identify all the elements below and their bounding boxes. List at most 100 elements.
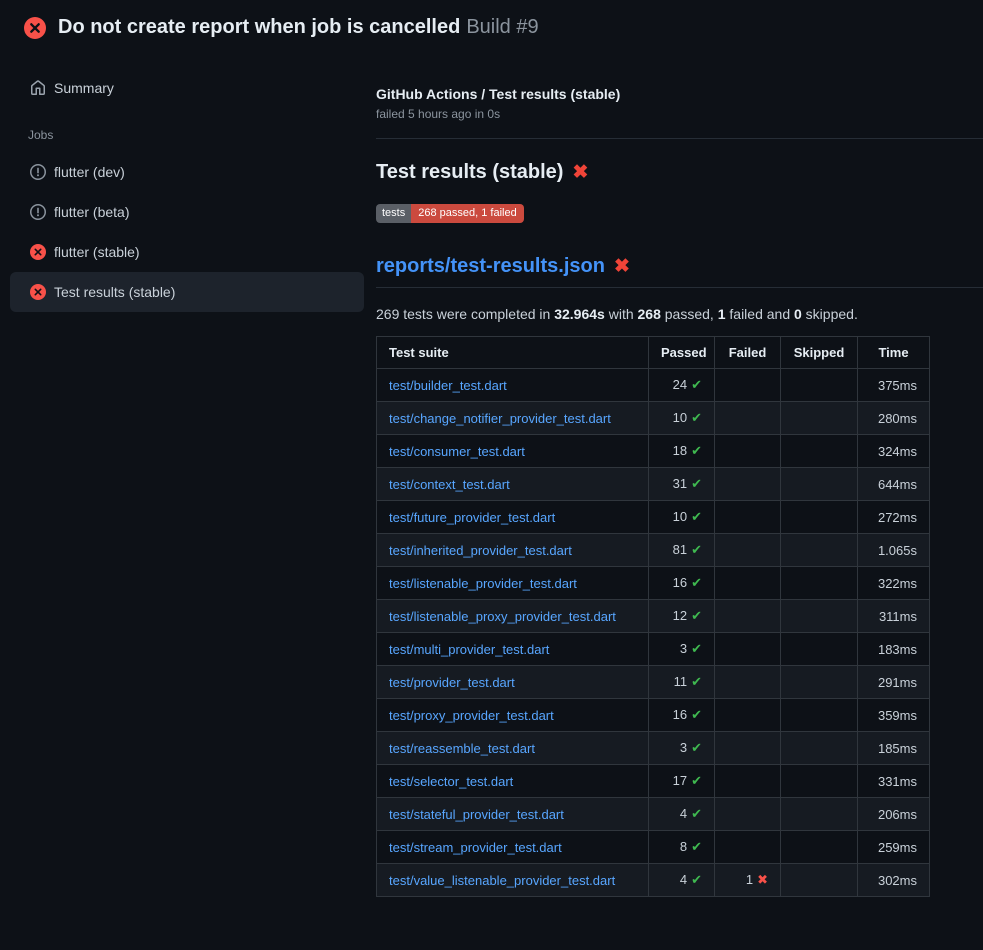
- check-icon: ✔: [691, 641, 702, 656]
- passed-cell: 18✔: [649, 435, 715, 468]
- passed-cell: 31✔: [649, 468, 715, 501]
- suite-cell: test/listenable_proxy_provider_test.dart: [377, 600, 649, 633]
- table-row: test/selector_test.dart17✔331ms: [377, 765, 930, 798]
- check-icon: ✔: [691, 575, 702, 590]
- passed-cell: 3✔: [649, 633, 715, 666]
- test-suite-link[interactable]: test/future_provider_test.dart: [389, 510, 555, 525]
- passed-cell: 3✔: [649, 732, 715, 765]
- sidebar-item-label: Test results (stable): [54, 284, 175, 300]
- table-row: test/stateful_provider_test.dart4✔206ms: [377, 798, 930, 831]
- time-cell: 272ms: [858, 501, 930, 534]
- check-icon: ✔: [691, 542, 702, 557]
- count-value: 11: [674, 674, 688, 689]
- suite-cell: test/proxy_provider_test.dart: [377, 699, 649, 732]
- count-value: 18: [673, 443, 687, 458]
- failed-x-icon: ✖: [614, 257, 630, 276]
- table-row: test/future_provider_test.dart10✔272ms: [377, 501, 930, 534]
- test-suite-link[interactable]: test/reassemble_test.dart: [389, 741, 535, 756]
- test-suite-link[interactable]: test/selector_test.dart: [389, 774, 513, 789]
- results-table-body: test/builder_test.dart24✔375mstest/chang…: [377, 369, 930, 897]
- test-suite-link[interactable]: test/builder_test.dart: [389, 378, 507, 393]
- test-suite-link[interactable]: test/context_test.dart: [389, 477, 510, 492]
- x-circle-icon: [24, 17, 46, 39]
- test-suite-link[interactable]: test/value_listenable_provider_test.dart: [389, 873, 615, 888]
- report-title-link[interactable]: reports/test-results.json ✖: [376, 255, 983, 288]
- suite-cell: test/stream_provider_test.dart: [377, 831, 649, 864]
- suite-cell: test/reassemble_test.dart: [377, 732, 649, 765]
- time-cell: 644ms: [858, 468, 930, 501]
- breadcrumb: GitHub Actions / Test results (stable): [376, 86, 983, 102]
- check-icon: ✔: [691, 509, 702, 524]
- section-title-text: Test results (stable): [376, 161, 563, 184]
- test-suite-link[interactable]: test/listenable_provider_test.dart: [389, 576, 577, 591]
- summary-failed-count: 1: [718, 306, 726, 322]
- failed-x-icon: ✖: [572, 163, 588, 182]
- summary-text: skipped.: [802, 306, 858, 322]
- time-cell: 322ms: [858, 567, 930, 600]
- test-suite-link[interactable]: test/inherited_provider_test.dart: [389, 543, 572, 558]
- check-icon: ✔: [691, 476, 702, 491]
- results-table: Test suitePassedFailedSkippedTime test/b…: [376, 336, 930, 897]
- main-content: GitHub Actions / Test results (stable) f…: [376, 49, 983, 897]
- test-suite-link[interactable]: test/listenable_proxy_provider_test.dart: [389, 609, 616, 624]
- skipped-cell: [781, 468, 858, 501]
- layout: Summary Jobs flutter (dev)flutter (beta)…: [0, 49, 983, 897]
- check-icon: ✔: [691, 674, 702, 689]
- failed-cell: [715, 567, 781, 600]
- summary-text: passed,: [661, 306, 718, 322]
- test-suite-link[interactable]: test/stream_provider_test.dart: [389, 840, 562, 855]
- test-suite-link[interactable]: test/proxy_provider_test.dart: [389, 708, 554, 723]
- suite-cell: test/provider_test.dart: [377, 666, 649, 699]
- check-icon: ✔: [691, 839, 702, 854]
- page-title: Do not create report when job is cancell…: [58, 16, 539, 39]
- home-icon: [30, 80, 46, 96]
- time-cell: 280ms: [858, 402, 930, 435]
- time-cell: 259ms: [858, 831, 930, 864]
- test-suite-link[interactable]: test/change_notifier_provider_test.dart: [389, 411, 611, 426]
- sidebar-item-test-results-stable[interactable]: Test results (stable): [10, 272, 364, 312]
- passed-cell: 24✔: [649, 369, 715, 402]
- table-row: test/proxy_provider_test.dart16✔359ms: [377, 699, 930, 732]
- time-cell: 206ms: [858, 798, 930, 831]
- count-value: 4: [680, 806, 687, 821]
- test-suite-link[interactable]: test/multi_provider_test.dart: [389, 642, 549, 657]
- count-value: 10: [673, 410, 687, 425]
- test-suite-link[interactable]: test/provider_test.dart: [389, 675, 515, 690]
- suite-cell: test/change_notifier_provider_test.dart: [377, 402, 649, 435]
- passed-cell: 4✔: [649, 864, 715, 897]
- sidebar-item-summary[interactable]: Summary: [10, 68, 364, 108]
- x-icon: ✖: [757, 872, 768, 887]
- skipped-cell: [781, 831, 858, 864]
- neutral-circle-icon: [30, 204, 46, 220]
- count-value: 16: [673, 575, 687, 590]
- tests-badge: tests 268 passed, 1 failed: [376, 204, 524, 223]
- failed-cell: [715, 468, 781, 501]
- table-row: test/change_notifier_provider_test.dart 1…: [377, 402, 930, 435]
- failed-cell: [715, 666, 781, 699]
- summary-text: 269 tests were completed in: [376, 306, 554, 322]
- table-row: test/builder_test.dart24✔375ms: [377, 369, 930, 402]
- check-icon: ✔: [691, 773, 702, 788]
- passed-cell: 10✔: [649, 402, 715, 435]
- sidebar-item-flutter-stable[interactable]: flutter (stable): [10, 232, 364, 272]
- results-table-head-row: Test suitePassedFailedSkippedTime: [377, 337, 930, 369]
- skipped-cell: [781, 600, 858, 633]
- test-suite-link[interactable]: test/consumer_test.dart: [389, 444, 525, 459]
- failed-cell: [715, 369, 781, 402]
- summary-skipped-count: 0: [794, 306, 802, 322]
- check-icon: ✔: [691, 740, 702, 755]
- skipped-cell: [781, 699, 858, 732]
- check-icon: ✔: [691, 707, 702, 722]
- sidebar-item-flutter-dev[interactable]: flutter (dev): [10, 152, 364, 192]
- sidebar-item-flutter-beta[interactable]: flutter (beta): [10, 192, 364, 232]
- sidebar: Summary Jobs flutter (dev)flutter (beta)…: [0, 49, 376, 312]
- skipped-cell: [781, 534, 858, 567]
- badge-value: 268 passed, 1 failed: [411, 204, 523, 223]
- table-row: test/multi_provider_test.dart3✔183ms: [377, 633, 930, 666]
- time-cell: 359ms: [858, 699, 930, 732]
- time-cell: 302ms: [858, 864, 930, 897]
- suite-cell: test/consumer_test.dart: [377, 435, 649, 468]
- skipped-cell: [781, 666, 858, 699]
- test-suite-link[interactable]: test/stateful_provider_test.dart: [389, 807, 564, 822]
- table-row: test/value_listenable_provider_test.dart…: [377, 864, 930, 897]
